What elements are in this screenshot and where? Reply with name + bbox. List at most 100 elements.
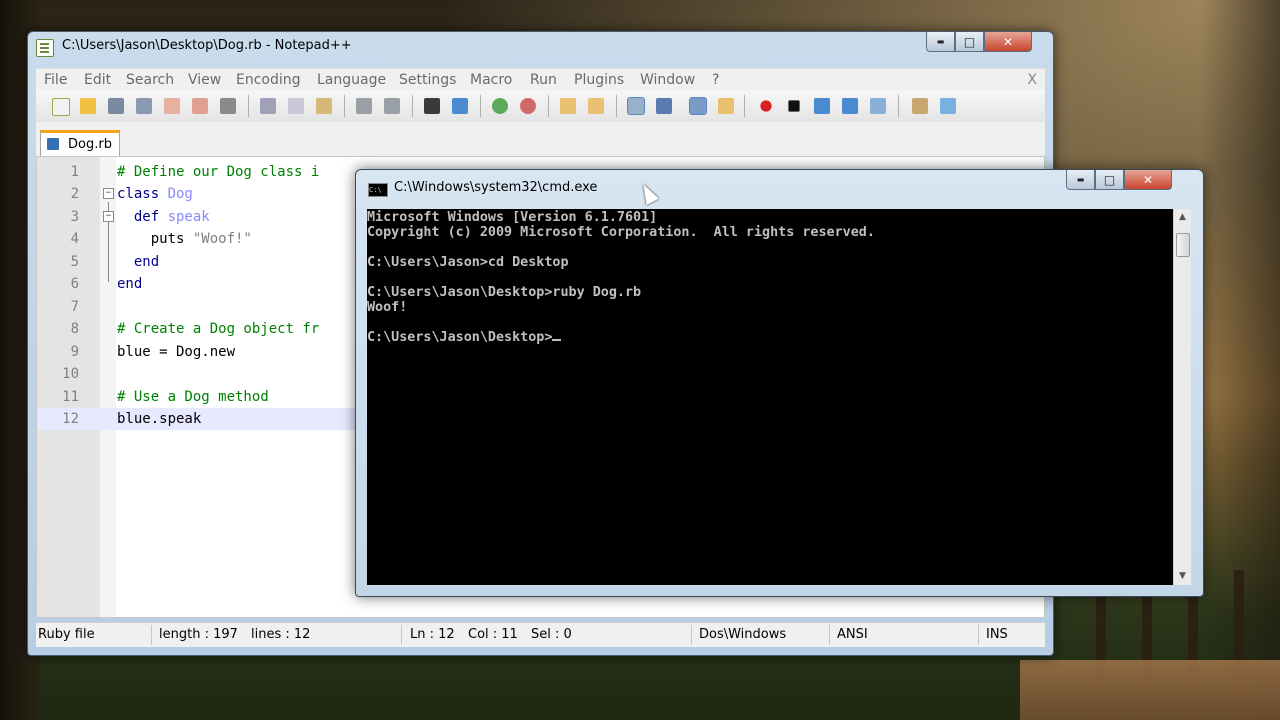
console-line: C:\Users\Jason>cd Desktop bbox=[367, 255, 569, 270]
paste-icon[interactable] bbox=[316, 98, 332, 114]
toolbar-separator bbox=[548, 95, 549, 117]
tab-dog-rb[interactable]: Dog.rb bbox=[40, 130, 120, 157]
console-line: Woof! bbox=[367, 300, 408, 315]
code-text: # Use a Dog method bbox=[117, 389, 269, 405]
launch-in-browser-icon[interactable] bbox=[912, 98, 928, 114]
console-line: Microsoft Windows [Version 6.1.7601] bbox=[367, 210, 658, 225]
menu-search[interactable]: Search bbox=[126, 72, 174, 88]
replace-icon[interactable] bbox=[452, 98, 468, 114]
saved-file-icon bbox=[47, 138, 59, 150]
maximize-icon: □ bbox=[1103, 172, 1116, 187]
status-separator bbox=[978, 625, 979, 645]
document-map-icon[interactable] bbox=[718, 98, 734, 114]
cmd-app-icon[interactable]: C:\ bbox=[368, 183, 388, 197]
maximize-button[interactable]: □ bbox=[955, 32, 984, 52]
menu-window[interactable]: Window bbox=[640, 72, 695, 88]
zoom-out-icon[interactable] bbox=[520, 98, 536, 114]
undo-icon[interactable] bbox=[356, 98, 372, 114]
copy-icon[interactable] bbox=[288, 98, 304, 114]
status-line-number: Ln : 12 bbox=[410, 627, 455, 642]
notepadpp-window-title: C:\Users\Jason\Desktop\Dog.rb - Notepad+… bbox=[62, 38, 352, 53]
zoom-in-icon[interactable] bbox=[492, 98, 508, 114]
close-icon: ✕ bbox=[1142, 172, 1154, 187]
cut-icon[interactable] bbox=[260, 98, 276, 114]
console-line: C:\Users\Jason\Desktop>ruby Dog.rb bbox=[367, 285, 642, 300]
scroll-up-icon[interactable]: ▲ bbox=[1174, 209, 1191, 226]
menu-file[interactable]: File bbox=[44, 72, 67, 88]
status-separator bbox=[829, 625, 830, 645]
menu-help[interactable]: ? bbox=[712, 72, 719, 88]
status-separator bbox=[691, 625, 692, 645]
toolbar-separator bbox=[412, 95, 413, 117]
word-wrap-icon[interactable] bbox=[627, 97, 645, 115]
console-line: Copyright (c) 2009 Microsoft Corporation… bbox=[367, 225, 875, 240]
status-separator bbox=[151, 625, 152, 645]
menu-run[interactable]: Run bbox=[530, 72, 557, 88]
line-number: 7 bbox=[70, 299, 79, 315]
menu-encoding[interactable]: Encoding bbox=[236, 72, 301, 88]
status-column: Col : 11 bbox=[468, 627, 518, 642]
fold-collapse-icon[interactable]: − bbox=[103, 211, 114, 222]
menu-macro[interactable]: Macro bbox=[470, 72, 512, 88]
sync-horizontal-icon[interactable] bbox=[588, 98, 604, 114]
line-number: 8 bbox=[70, 321, 79, 337]
console-output[interactable]: Microsoft Windows [Version 6.1.7601] Cop… bbox=[367, 209, 1173, 585]
close-button[interactable]: ✕ bbox=[984, 32, 1032, 52]
redo-icon[interactable] bbox=[384, 98, 400, 114]
open-file-icon[interactable] bbox=[80, 98, 96, 114]
find-icon[interactable] bbox=[424, 98, 440, 114]
close-all-icon[interactable] bbox=[192, 98, 208, 114]
cmd-window[interactable]: C:\ C:\Windows\system32\cmd.exe ▬ □ ✕ Mi… bbox=[355, 169, 1204, 597]
console-prompt: C:\Users\Jason\Desktop> bbox=[367, 330, 553, 345]
text-cursor bbox=[552, 339, 562, 341]
indent-guide-icon[interactable] bbox=[689, 97, 707, 115]
close-button[interactable]: ✕ bbox=[1124, 170, 1172, 190]
close-document-icon[interactable]: X bbox=[1027, 72, 1037, 88]
maximize-button[interactable]: □ bbox=[1095, 170, 1124, 190]
scroll-down-icon[interactable]: ▼ bbox=[1174, 568, 1191, 585]
notepadpp-titlebar[interactable]: C:\Users\Jason\Desktop\Dog.rb - Notepad+… bbox=[28, 32, 1053, 62]
stop-macro-icon[interactable] bbox=[788, 100, 800, 112]
save-icon[interactable] bbox=[108, 98, 124, 114]
menu-plugins[interactable]: Plugins bbox=[574, 72, 624, 88]
desktop-background-path bbox=[1020, 660, 1280, 720]
status-file-type: Ruby file bbox=[38, 627, 95, 642]
show-all-characters-icon[interactable] bbox=[656, 98, 672, 114]
save-macro-icon[interactable] bbox=[870, 98, 886, 114]
menu-view[interactable]: View bbox=[188, 72, 221, 88]
line-number: 1 bbox=[70, 164, 79, 180]
status-length: length : 197 bbox=[159, 627, 238, 642]
play-macro-icon[interactable] bbox=[814, 98, 830, 114]
menu-edit[interactable]: Edit bbox=[84, 72, 111, 88]
scrollbar-thumb[interactable] bbox=[1176, 233, 1190, 257]
save-all-icon[interactable] bbox=[136, 98, 152, 114]
code-text: puts "Woof!" bbox=[117, 231, 252, 247]
code-text: def speak bbox=[117, 209, 210, 225]
record-macro-icon[interactable] bbox=[760, 100, 772, 112]
line-number: 2 bbox=[70, 186, 79, 202]
menu-language[interactable]: Language bbox=[317, 72, 386, 88]
minimize-button[interactable]: ▬ bbox=[926, 32, 955, 52]
minimize-icon: ▬ bbox=[936, 37, 945, 46]
line-number: 12 bbox=[62, 411, 79, 427]
sync-vertical-icon[interactable] bbox=[560, 98, 576, 114]
line-number: 6 bbox=[70, 276, 79, 292]
console-prompt-line: C:\Users\Jason\Desktop> bbox=[367, 330, 562, 345]
line-number: 9 bbox=[70, 344, 79, 360]
fold-collapse-icon[interactable]: − bbox=[103, 188, 114, 199]
cmd-window-title: C:\Windows\system32\cmd.exe bbox=[394, 180, 598, 195]
run-macro-multiple-icon[interactable] bbox=[842, 98, 858, 114]
menu-settings[interactable]: Settings bbox=[399, 72, 456, 88]
notepadpp-app-icon[interactable] bbox=[36, 39, 54, 57]
close-file-icon[interactable] bbox=[164, 98, 180, 114]
new-file-icon[interactable] bbox=[52, 98, 70, 116]
status-bar: Ruby file length : 197 lines : 12 Ln : 1… bbox=[36, 622, 1045, 647]
code-text: blue = Dog.new bbox=[117, 344, 236, 360]
toolbar-separator bbox=[616, 95, 617, 117]
minimize-button[interactable]: ▬ bbox=[1066, 170, 1095, 190]
print-icon[interactable] bbox=[220, 98, 236, 114]
vertical-scrollbar[interactable]: ▲ ▼ bbox=[1173, 209, 1191, 585]
code-text: # Define our Dog class i bbox=[117, 164, 320, 180]
spell-check-icon[interactable] bbox=[940, 98, 956, 114]
close-icon: ✕ bbox=[1002, 34, 1014, 49]
